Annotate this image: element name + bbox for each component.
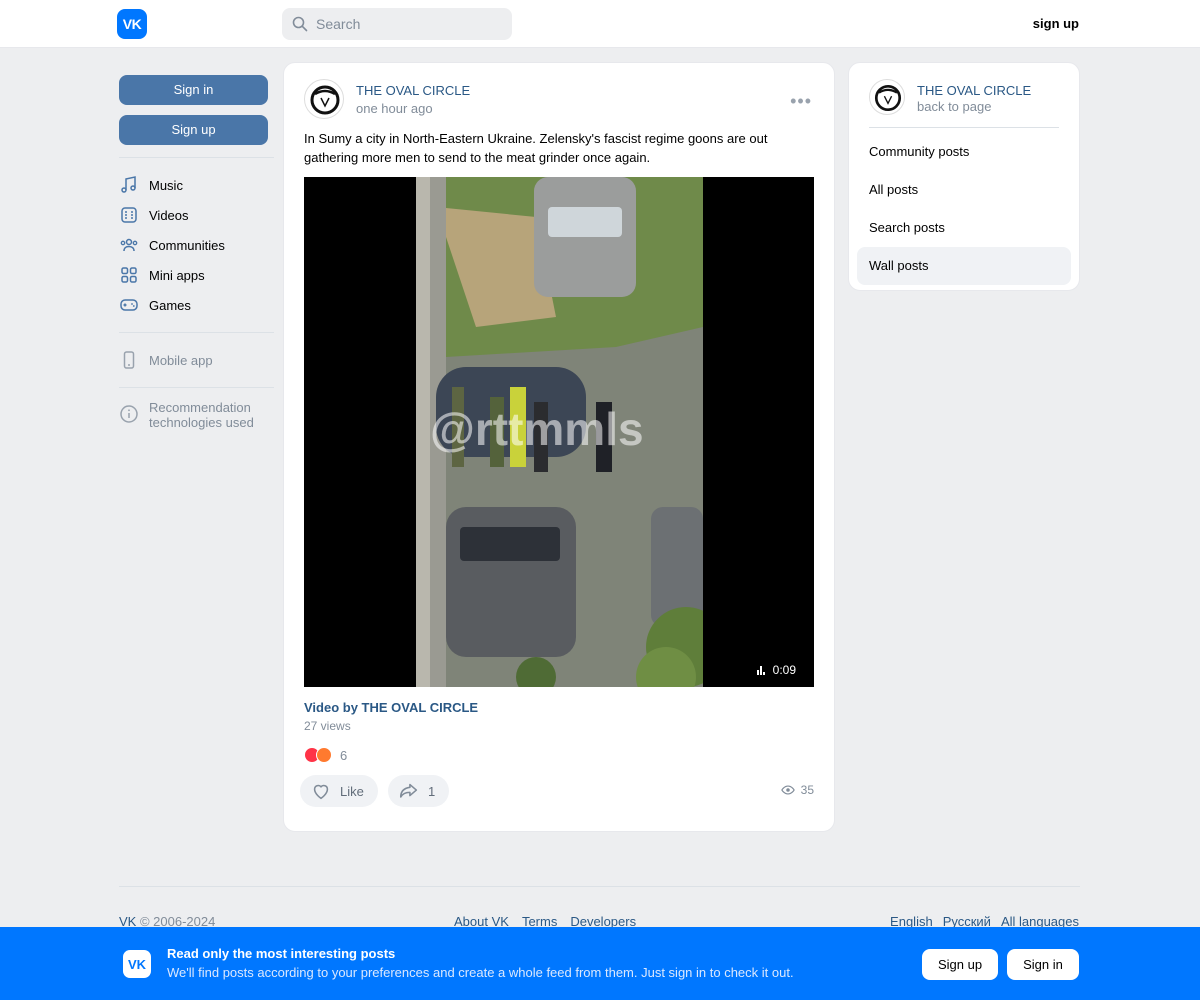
wall-post: THE OVAL CIRCLE one hour ago ••• In Sumy… — [283, 62, 835, 832]
divider — [869, 127, 1059, 128]
signin-button[interactable]: Sign in — [119, 75, 268, 105]
heart-icon — [313, 784, 329, 800]
video-thumbnail: @rttmmls — [416, 177, 703, 687]
divider — [119, 157, 274, 158]
angry-reaction-icon — [316, 747, 332, 763]
phone-icon — [123, 351, 135, 369]
mini-apps-icon — [121, 267, 137, 283]
search-icon — [292, 16, 308, 32]
sidebar-item-mini-apps[interactable]: Mini apps — [119, 260, 274, 290]
menu-item-wall-posts[interactable]: Wall posts — [857, 247, 1071, 285]
oval-circle-logo-icon — [874, 84, 902, 112]
post-views: 35 — [780, 783, 814, 797]
vk-logo[interactable]: VK — [117, 9, 147, 39]
music-icon — [121, 176, 136, 193]
sidebar-item-label: Mobile app — [149, 352, 213, 368]
post-author[interactable]: THE OVAL CIRCLE — [356, 83, 470, 98]
more-options-icon[interactable]: ••• — [790, 91, 812, 112]
search-input[interactable]: Search — [282, 8, 512, 40]
like-label: Like — [340, 783, 364, 799]
sidebar-item-games[interactable]: Games — [119, 290, 274, 320]
recommendation-label: Recommendation technologies used — [149, 400, 254, 430]
divider — [119, 332, 274, 333]
menu-item-search-posts[interactable]: Search posts — [857, 209, 1071, 247]
back-to-page-link[interactable]: back to page — [917, 99, 991, 114]
posts-menu: Community posts All posts Search posts W… — [857, 133, 1071, 285]
video-views: 27 views — [304, 719, 351, 733]
share-icon — [399, 783, 418, 798]
eye-icon — [780, 785, 795, 795]
like-button[interactable]: Like — [300, 775, 378, 807]
banner-subtitle: We'll find posts according to your prefe… — [167, 965, 794, 980]
share-button[interactable]: 1 — [388, 775, 450, 807]
sidebar-item-music[interactable]: Music — [119, 170, 274, 200]
top-header: VK Search sign up — [0, 0, 1200, 48]
duration-label: 0:09 — [772, 663, 796, 677]
reactions-summary[interactable]: 6 — [304, 747, 347, 763]
banner-signin-button[interactable]: Sign in — [1007, 949, 1079, 980]
video-watermark: @rttmmls — [430, 403, 644, 455]
sidebar-item-mobile-app[interactable]: Mobile app — [119, 345, 274, 375]
videos-icon — [121, 207, 137, 223]
sidebar-item-label: Videos — [149, 207, 189, 223]
avatar[interactable] — [869, 79, 905, 115]
video-duration: 0:09 — [755, 663, 796, 677]
communities-icon — [120, 238, 138, 252]
community-name[interactable]: THE OVAL CIRCLE — [917, 83, 1031, 98]
views-count: 35 — [800, 783, 814, 797]
signup-button[interactable]: Sign up — [119, 115, 268, 145]
games-icon — [120, 299, 138, 311]
post-time[interactable]: one hour ago — [356, 101, 433, 116]
banner-title: Read only the most interesting posts — [167, 946, 396, 961]
bar-chart-icon — [756, 666, 765, 675]
search-placeholder: Search — [316, 16, 361, 32]
info-icon — [120, 405, 138, 423]
signin-promo-banner: VK Read only the most interesting posts … — [0, 927, 1200, 1000]
footer-divider — [119, 886, 1080, 887]
community-panel: THE OVAL CIRCLE back to page Community p… — [848, 62, 1080, 291]
divider — [119, 387, 274, 388]
sidebar-item-label: Mini apps — [149, 267, 205, 283]
avatar[interactable] — [304, 79, 344, 119]
banner-signup-button[interactable]: Sign up — [922, 949, 998, 980]
sidebar-item-label: Music — [149, 177, 183, 193]
share-count: 1 — [428, 783, 436, 799]
post-text: In Sumy a city in North-Eastern Ukraine.… — [304, 131, 768, 165]
video-title-link[interactable]: Video by THE OVAL CIRCLE — [304, 700, 478, 715]
left-sidebar: Sign in Sign up Music Videos Communities… — [119, 75, 274, 430]
reactions-count: 6 — [340, 747, 348, 763]
vk-logo: VK — [123, 950, 151, 978]
sidebar-item-label: Communities — [149, 237, 225, 253]
sidebar-item-label: Games — [149, 297, 191, 313]
video-player[interactable]: @rttmmls 0:09 — [304, 177, 814, 687]
sidebar-item-communities[interactable]: Communities — [119, 230, 274, 260]
oval-circle-logo-icon — [310, 85, 340, 115]
menu-item-community-posts[interactable]: Community posts — [857, 133, 1071, 171]
menu-item-all-posts[interactable]: All posts — [857, 171, 1071, 209]
recommendation-info-link[interactable]: Recommendation technologies used — [119, 400, 274, 430]
sidebar-item-videos[interactable]: Videos — [119, 200, 274, 230]
header-signup-link[interactable]: sign up — [1033, 16, 1079, 31]
